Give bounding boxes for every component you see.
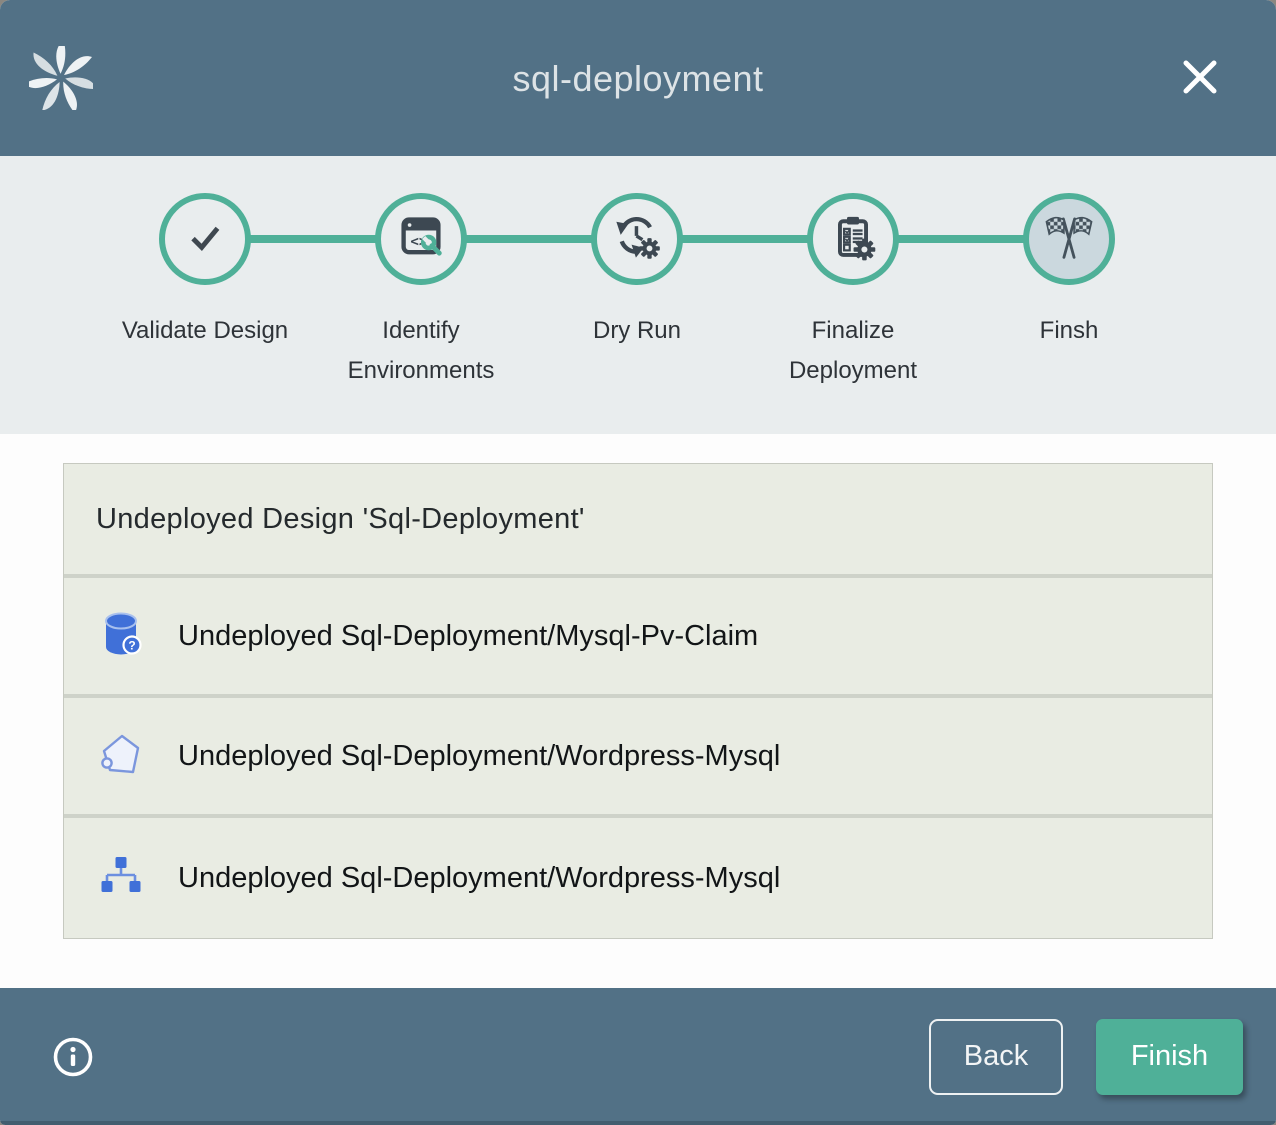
dialog-title: sql-deployment <box>0 58 1276 100</box>
log-panel-header: Undeployed Design 'Sql-Deployment' <box>64 464 1212 578</box>
step-validate-design: Validate Design <box>97 156 313 391</box>
dialog-footer: Back Finish <box>0 988 1276 1125</box>
step-label: Finalize Deployment <box>766 311 940 391</box>
code-window-wrench-icon: <> <box>396 212 446 267</box>
svg-text:?: ? <box>128 638 135 652</box>
step-label: Finsh <box>1040 311 1099 351</box>
deployment-dialog: sql-deployment Validate Design <box>0 0 1276 1125</box>
log-row: Undeployed Sql-Deployment/Wordpress-Mysq… <box>64 818 1212 938</box>
log-row-text: Undeployed Sql-Deployment/Wordpress-Mysq… <box>178 740 780 773</box>
log-row-text: Undeployed Sql-Deployment/Mysql-Pv-Claim <box>178 620 758 653</box>
clipboard-gear-icon <box>828 212 878 267</box>
check-icon <box>180 212 230 267</box>
step-finish: Finsh <box>961 156 1177 391</box>
step-circle-validate-design[interactable] <box>159 193 251 285</box>
dialog-header: sql-deployment <box>0 0 1276 156</box>
close-button[interactable] <box>1178 55 1222 99</box>
checkered-flags-icon <box>1043 211 1095 268</box>
database-icon: ? <box>97 610 145 662</box>
step-label: Dry Run <box>593 311 681 351</box>
step-circle-finish[interactable] <box>1023 193 1115 285</box>
step-identify-environments: <> Identify Environments <box>313 156 529 391</box>
info-button[interactable] <box>51 1035 95 1079</box>
log-row: Undeployed Sql-Deployment/Wordpress-Mysq… <box>64 698 1212 818</box>
step-label: Identify Environments <box>334 311 508 391</box>
step-circle-finalize-deployment[interactable] <box>807 193 899 285</box>
deployment-log-panel: Undeployed Design 'Sql-Deployment' ? Und… <box>63 463 1213 939</box>
step-dry-run: Dry Run <box>529 156 745 391</box>
finish-button[interactable]: Finish <box>1096 1019 1243 1095</box>
log-row-text: Undeployed Sql-Deployment/Wordpress-Mysq… <box>178 862 780 895</box>
info-icon <box>51 1067 95 1082</box>
log-row: ? Undeployed Sql-Deployment/Mysql-Pv-Cla… <box>64 578 1212 698</box>
wizard-stepper: Validate Design <> <box>0 156 1276 434</box>
tree-icon <box>97 852 145 904</box>
step-circle-identify-environments[interactable]: <> <box>375 193 467 285</box>
label-icon <box>97 730 145 782</box>
step-label: Validate Design <box>122 311 288 351</box>
close-icon <box>1178 87 1222 102</box>
dialog-content: Undeployed Design 'Sql-Deployment' ? Und… <box>0 434 1276 988</box>
history-gear-icon <box>612 212 662 267</box>
step-finalize-deployment: Finalize Deployment <box>745 156 961 391</box>
back-button[interactable]: Back <box>929 1019 1063 1095</box>
step-circle-dry-run[interactable] <box>591 193 683 285</box>
